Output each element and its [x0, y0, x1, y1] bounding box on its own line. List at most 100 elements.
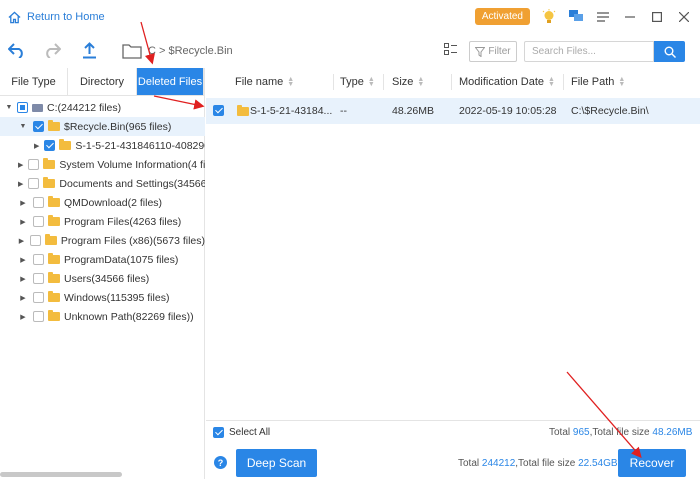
- expand-arrow-icon[interactable]: ▶: [18, 161, 23, 169]
- expand-arrow-icon[interactable]: ▶: [18, 218, 28, 226]
- tree-checkbox[interactable]: [33, 216, 44, 227]
- tree-checkbox[interactable]: [33, 197, 44, 208]
- expand-arrow-icon[interactable]: ▶: [18, 256, 28, 264]
- cell-size: 48.26MB: [392, 105, 435, 117]
- tree-item-users[interactable]: ▶ Users(34566 files): [0, 269, 205, 288]
- column-header-size[interactable]: Size ▲ ▼: [392, 68, 424, 96]
- column-divider[interactable]: [451, 74, 452, 90]
- tree-checkbox[interactable]: [28, 178, 40, 189]
- sort-icon[interactable]: ▲ ▼: [417, 76, 424, 88]
- expand-arrow-icon[interactable]: ▶: [18, 294, 28, 302]
- table-row[interactable]: S-1-5-21-43184... -- 48.26MB 2022-05-19 …: [206, 98, 700, 124]
- tree-item-label: ProgramData(1075 files): [64, 253, 179, 266]
- drive-icon: [32, 103, 43, 112]
- tree-item-c-drive[interactable]: ▼ C:(244212 files): [0, 98, 205, 117]
- column-header-modification-date[interactable]: Modification Date ▲ ▼: [459, 68, 555, 96]
- action-bar: ? Deep Scan Total 244212,Total file size…: [206, 446, 700, 479]
- search-button[interactable]: [654, 41, 685, 62]
- sort-icon[interactable]: ▲ ▼: [548, 76, 555, 88]
- horizontal-scrollbar[interactable]: [0, 472, 122, 477]
- tree-item-label: Users(34566 files): [64, 272, 150, 285]
- column-divider[interactable]: [563, 74, 564, 90]
- table-header: File name ▲ ▼ Type ▲ ▼ Size ▲ ▼ Modificatio…: [206, 68, 700, 96]
- return-home-link[interactable]: Return to Home: [8, 11, 105, 24]
- tree-item-label: Unknown Path(82269 files)): [64, 310, 194, 323]
- expand-arrow-icon[interactable]: ▶: [18, 199, 28, 207]
- close-icon[interactable]: [676, 9, 692, 25]
- collapse-arrow-icon[interactable]: ▼: [18, 123, 28, 130]
- folder-outline-icon: [122, 44, 142, 59]
- total-label: Total: [549, 427, 571, 438]
- tree-item-documents-settings[interactable]: ▶ Documents and Settings(34566 fil: [0, 174, 205, 193]
- export-icon[interactable]: [82, 42, 97, 62]
- expand-arrow-icon[interactable]: ▶: [34, 142, 39, 150]
- filter-button[interactable]: Filter: [469, 41, 517, 62]
- tree-checkbox[interactable]: [33, 121, 44, 132]
- select-all-label[interactable]: Select All: [229, 427, 270, 438]
- forward-icon[interactable]: [44, 43, 62, 61]
- path-text: C > $Recycle.Bin: [148, 45, 233, 57]
- column-header-file-path[interactable]: File Path ▲ ▼: [571, 68, 625, 96]
- recover-button[interactable]: Recover: [618, 449, 686, 477]
- folder-icon: [59, 139, 72, 150]
- tree-item-unknown-path[interactable]: ▶ Unknown Path(82269 files)): [0, 307, 205, 326]
- sort-icon[interactable]: ▲ ▼: [368, 76, 375, 88]
- expand-arrow-icon[interactable]: ▶: [18, 275, 28, 283]
- tree-item-recycle-bin[interactable]: ▼ $Recycle.Bin(965 files): [0, 117, 205, 136]
- folder-icon: [44, 234, 57, 245]
- tree-item-program-files[interactable]: ▶ Program Files(4263 files): [0, 212, 205, 231]
- tab-deleted-files[interactable]: Deleted Files: [137, 68, 204, 95]
- select-all-checkbox[interactable]: [213, 427, 224, 438]
- tab-directory[interactable]: Directory: [68, 68, 137, 95]
- tree-checkbox[interactable]: [33, 254, 44, 265]
- tree-item-qmdownload[interactable]: ▶ QMDownload(2 files): [0, 193, 205, 212]
- collapse-arrow-icon[interactable]: ▼: [4, 104, 14, 111]
- tree-item-windows[interactable]: ▶ Windows(115395 files): [0, 288, 205, 307]
- search-input[interactable]: Search Files...: [524, 41, 654, 62]
- tree-item-programdata[interactable]: ▶ ProgramData(1075 files): [0, 250, 205, 269]
- tree-checkbox[interactable]: [33, 273, 44, 284]
- tree-item-label: System Volume Information(4 files: [59, 158, 205, 171]
- tree-checkbox[interactable]: [33, 311, 44, 322]
- tree-checkbox[interactable]: [28, 159, 40, 170]
- filter-icon: [475, 46, 486, 57]
- tree-item-sid-folder[interactable]: ▶ S-1-5-21-431846110-4082907: [0, 136, 205, 155]
- menu-icon[interactable]: [595, 9, 611, 25]
- tree-item-program-files-x86[interactable]: ▶ Program Files (x86)(5673 files): [0, 231, 205, 250]
- view-toggle-icon[interactable]: [444, 43, 457, 59]
- tree-checkbox[interactable]: [29, 235, 41, 246]
- tree-item-system-volume[interactable]: ▶ System Volume Information(4 files: [0, 155, 205, 174]
- cell-file-name: S-1-5-21-43184...: [250, 105, 333, 117]
- deep-scan-button[interactable]: Deep Scan: [236, 449, 317, 477]
- chat-icon[interactable]: [568, 9, 584, 25]
- expand-arrow-icon[interactable]: ▶: [18, 237, 25, 245]
- tree-checkbox[interactable]: [17, 102, 28, 113]
- tree-item-label: QMDownload(2 files): [64, 196, 163, 209]
- left-panel: File Type Directory Deleted Files ▼ C:(2…: [0, 68, 205, 479]
- path-bar[interactable]: C > $Recycle.Bin: [118, 40, 436, 62]
- expand-arrow-icon[interactable]: ▶: [18, 180, 23, 188]
- activated-badge[interactable]: Activated: [474, 8, 530, 25]
- help-icon[interactable]: ?: [214, 456, 227, 469]
- filter-label: Filter: [488, 46, 511, 57]
- tree-checkbox[interactable]: [33, 292, 44, 303]
- column-header-file-name[interactable]: File name ▲ ▼: [235, 68, 294, 96]
- total-size: 22.54GB: [578, 458, 618, 469]
- tree-item-label: Windows(115395 files): [64, 291, 170, 304]
- tab-file-type[interactable]: File Type: [0, 68, 68, 95]
- sort-icon[interactable]: ▲ ▼: [287, 76, 294, 88]
- column-divider[interactable]: [383, 74, 384, 90]
- maximize-icon[interactable]: [649, 9, 665, 25]
- column-header-label: File name: [235, 76, 284, 88]
- back-icon[interactable]: [7, 43, 25, 61]
- selected-count: 965: [572, 427, 590, 438]
- lightbulb-icon[interactable]: [541, 8, 557, 25]
- tree-checkbox[interactable]: [44, 140, 56, 151]
- column-divider[interactable]: [333, 74, 334, 90]
- expand-arrow-icon[interactable]: ▶: [18, 313, 28, 321]
- sort-icon[interactable]: ▲ ▼: [618, 76, 625, 88]
- minimize-icon[interactable]: [622, 9, 638, 25]
- row-checkbox[interactable]: [213, 105, 224, 116]
- selected-size: 48.26MB: [652, 427, 693, 438]
- column-header-type[interactable]: Type ▲ ▼: [340, 68, 375, 96]
